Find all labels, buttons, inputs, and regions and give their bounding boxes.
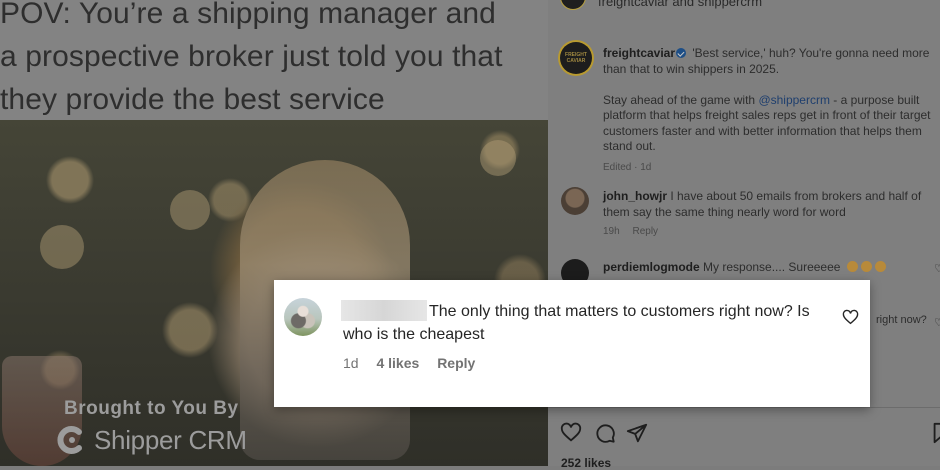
highlighted-comment-card: The only thing that matters to customers… bbox=[274, 280, 870, 407]
comment-meta: 19h Reply bbox=[603, 226, 668, 237]
comment-time: 1d bbox=[343, 355, 359, 371]
comment-john: john_howjr I have about 50 emails from b… bbox=[603, 189, 933, 220]
shipper-crm-logo-icon bbox=[57, 426, 82, 454]
caption-text-2: Stay ahead of the game with bbox=[603, 92, 759, 107]
bokeh-light bbox=[480, 140, 516, 176]
post-headline: POV: You’re a shipping manager and a pro… bbox=[0, 0, 503, 116]
emoji-icon bbox=[860, 261, 872, 272]
john-avatar[interactable] bbox=[561, 187, 589, 215]
mention-link[interactable]: @shippercrm bbox=[758, 93, 830, 107]
header-avatar[interactable] bbox=[560, 0, 586, 10]
brought-by-text: Brought to You By bbox=[64, 398, 239, 419]
comment-username[interactable]: perdiemlogmode bbox=[603, 260, 700, 274]
emoji-icon bbox=[874, 261, 886, 272]
likes-count[interactable]: 252 likes bbox=[561, 456, 611, 470]
bokeh-light bbox=[40, 225, 84, 269]
divider bbox=[548, 407, 940, 408]
hidden-comment-fragment: right now? bbox=[876, 314, 927, 326]
heart-icon[interactable]: ♡ bbox=[934, 262, 940, 275]
comment-likes[interactable]: 4 likes bbox=[376, 355, 419, 371]
reply-button[interactable]: Reply bbox=[632, 226, 658, 237]
comment-username[interactable]: john_howjr bbox=[603, 189, 667, 203]
emoji-icon bbox=[846, 261, 858, 272]
post-author-header[interactable]: freightcaviar and shippercrm bbox=[598, 0, 762, 9]
highlighted-comment-text: The only thing that matters to customers… bbox=[343, 303, 810, 343]
heart-icon[interactable] bbox=[842, 309, 859, 325]
heart-icon[interactable]: ♡ bbox=[934, 316, 940, 329]
bookmark-icon[interactable] bbox=[930, 422, 940, 444]
reply-button[interactable]: Reply bbox=[437, 355, 475, 371]
brand-name: Shipper CRM bbox=[94, 424, 247, 455]
comment-time: 19h bbox=[603, 226, 620, 237]
comment-text: My response.... Sureeeee bbox=[703, 260, 841, 274]
post-caption: freightcaviar 'Best service,' huh? You'r… bbox=[603, 46, 940, 175]
caption-meta: Edited · 1d bbox=[603, 161, 652, 173]
freightcaviar-avatar[interactable]: FREIGHT CAVIAR bbox=[560, 42, 592, 74]
brand-watermark: Shipper CRM bbox=[55, 424, 247, 456]
commenter-avatar[interactable] bbox=[284, 298, 322, 336]
caption-username[interactable]: freightcaviar bbox=[603, 46, 675, 60]
comment-icon[interactable] bbox=[594, 422, 616, 444]
avatar-logo-text: FREIGHT CAVIAR bbox=[565, 52, 587, 64]
bokeh-light bbox=[170, 190, 210, 230]
heart-icon[interactable] bbox=[560, 422, 582, 444]
verified-badge-icon bbox=[676, 48, 687, 58]
highlighted-comment-meta: 1d 4 likes Reply bbox=[343, 355, 475, 371]
comment-perdiem: perdiemlogmode My response.... Sureeeee bbox=[603, 260, 886, 274]
share-icon[interactable] bbox=[626, 422, 648, 444]
